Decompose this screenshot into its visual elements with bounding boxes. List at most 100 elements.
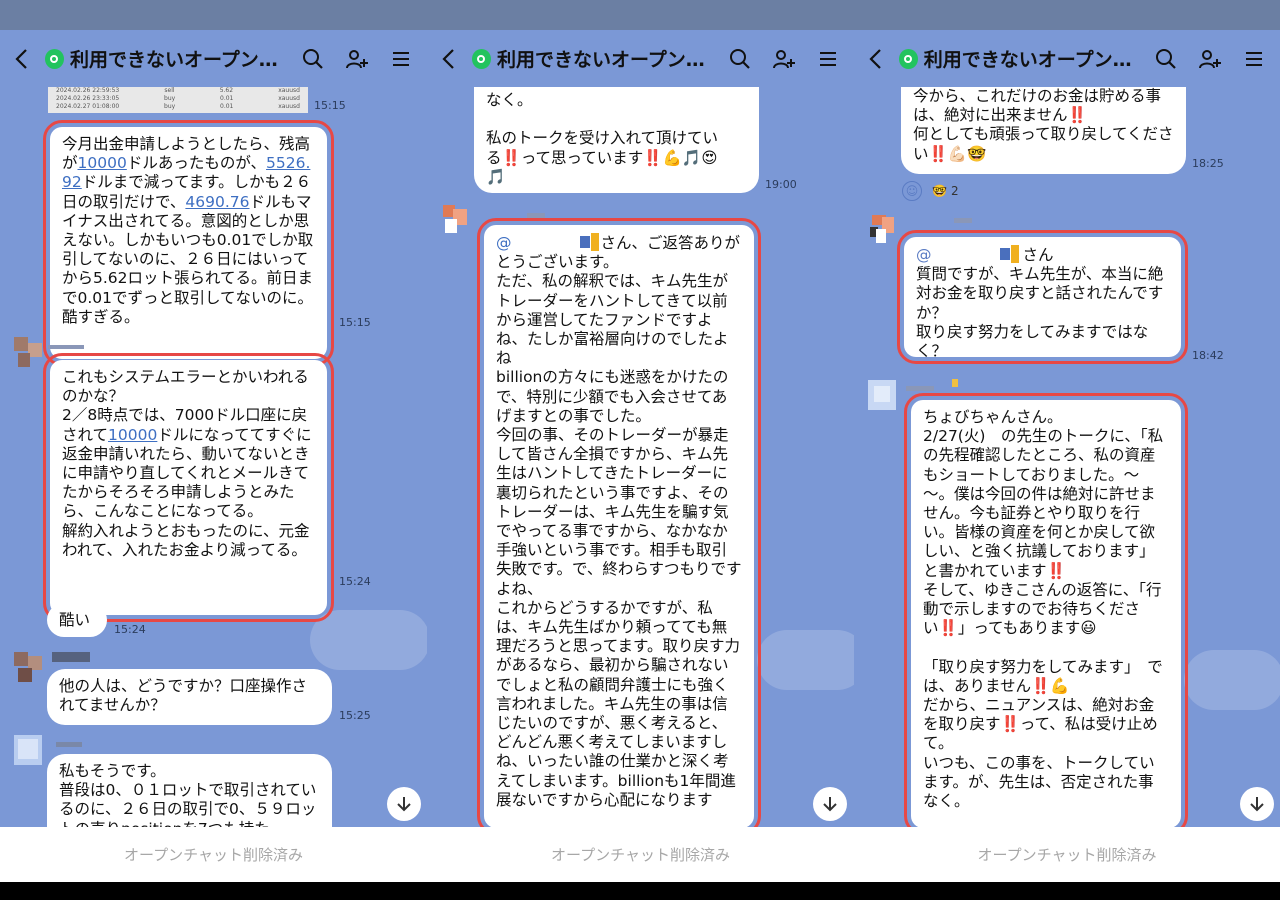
message-text: さん 質問ですが、キム先生が、本当に絶対お金を取り戻すと話されたんですか？ 取り… — [916, 246, 1164, 361]
search-icon[interactable] — [301, 47, 325, 71]
message-time: 15:24 — [114, 623, 146, 636]
chat-panel-3: 利用できないオープン… 今から、これだけのお金は貯める事は、絶対に出来ません‼️… — [854, 30, 1280, 882]
mention-tag[interactable]: @ — [496, 234, 512, 252]
chat-footer-status: オープンチャット削除済み — [427, 827, 854, 882]
menu-icon[interactable] — [816, 47, 840, 71]
thumb-cell: xauusd — [278, 87, 300, 94]
avatar[interactable] — [868, 213, 896, 245]
status-bar — [0, 0, 1280, 30]
message-bubble[interactable]: これもシステムエラーとかいわれるのかな？ 2／8時点では、7000ドル口座に戻さ… — [43, 353, 334, 622]
message-bubble[interactable]: 今から、これだけのお金は貯める事は、絶対に出来ません‼️ 何としても頑張って取り… — [901, 79, 1186, 174]
thumb-cell: buy — [164, 95, 176, 102]
avatar[interactable] — [14, 735, 42, 767]
message-bubble[interactable]: @ さん 質問ですが、キム先生が、本当に絶対お金を取り戻すと話されたんですか？ 取… — [897, 230, 1188, 364]
avatar[interactable] — [14, 337, 42, 369]
menu-icon[interactable] — [389, 47, 413, 71]
message-text: って思っています — [520, 148, 644, 167]
message-text: ドルもマイナス出されてる。意図的としか思えない。しかもいつも0.01でしか取引し… — [62, 192, 314, 326]
message-bubble[interactable]: 今月出金申請しようとしたら、残高が10000ドルあったものが、5526.92ドル… — [43, 120, 334, 366]
thumb-cell: 2024.02.27 01:08:00 — [56, 103, 120, 110]
mention-icon: @ — [916, 246, 932, 264]
exclamation-emoji: ‼️ — [501, 148, 521, 167]
menu-icon[interactable] — [1242, 47, 1266, 71]
message-text: ドルあったものが、 — [126, 154, 267, 173]
phone-link[interactable]: 10000 — [78, 154, 127, 172]
exclamation-emoji: ‼️ — [938, 619, 958, 638]
phone-link[interactable]: 10000 — [108, 426, 157, 444]
exclamation-emoji: ‼️ — [643, 148, 663, 167]
message-bubble[interactable]: @ さん、ご返答ありがとうございます。 ただ、私の解釈では、キム先生がトレーダーを… — [477, 218, 761, 835]
blurred-username — [56, 742, 82, 747]
search-icon[interactable] — [1154, 47, 1178, 71]
message-bubble[interactable]: なく。 私のトークを受け入れて頂けている‼️って思っています‼️💪🎵😍 🎵 — [474, 83, 759, 193]
exclamation-emoji: ‼️ — [1046, 561, 1066, 580]
message-text: さん、ご返答ありがとうございます。 ただ、私の解釈では、キム先生がトレーダーをハ… — [496, 234, 742, 809]
message-bubble[interactable]: ちょびちゃんさん。 2/27(火) の先生のトークに、「私の先程確認したところ、… — [904, 393, 1188, 835]
thumb-cell: buy — [164, 103, 176, 110]
message-time: 18:25 — [1192, 157, 1224, 170]
thumb-cell: 2024.02.26 22:59:53 — [56, 87, 120, 94]
thumb-cell: 5.62 — [219, 87, 234, 94]
message-time: 15:15 — [339, 316, 371, 329]
search-icon[interactable] — [728, 47, 752, 71]
exclamation-emoji: ‼️ — [1067, 106, 1087, 125]
back-button[interactable] — [441, 44, 462, 74]
add-friend-icon[interactable] — [1198, 47, 1222, 71]
blurred-username — [527, 213, 545, 218]
reaction-count: 2 — [950, 184, 959, 198]
message-time: 18:42 — [1192, 349, 1224, 362]
exclamation-emoji: ‼️ — [928, 144, 948, 163]
chat-header: 利用できないオープン… — [0, 30, 427, 87]
chat-panel-2: 利用できないオープン… なく。 私のトークを受け入れて頂けている‼️って思ってい… — [427, 30, 854, 882]
back-button[interactable] — [14, 44, 35, 74]
chat-footer-status: オープンチャット削除済み — [0, 827, 427, 882]
blurred-username — [48, 345, 84, 349]
screenshot-thumbnail[interactable]: 2024.02.26 22:59:53 sell 5.62 xauusd 2024.0… — [48, 87, 308, 113]
blurred-username — [906, 386, 934, 391]
thumb-cell: xauusd — [278, 95, 300, 102]
message-text: ドルになっててすぐに返金申請いれたら、動いてないときに申請やり直してくれとメール… — [62, 425, 312, 559]
message-reactions[interactable]: ☺ 🤓 2 — [902, 181, 959, 201]
chat-title: 利用できないオープン… — [496, 49, 705, 71]
add-friend-icon[interactable] — [345, 47, 369, 71]
message-time: 15:25 — [339, 709, 371, 722]
scroll-to-bottom-button[interactable] — [813, 787, 847, 821]
system-nav-bar — [0, 882, 1280, 900]
thumb-cell: 2024.02.26 23:33:05 — [56, 95, 120, 102]
chat-panel-1: 利用できないオープン… 2024.02.26 22:59:53 sell 5.62 x… — [0, 30, 427, 882]
message-bubble[interactable]: 酷い — [47, 603, 107, 637]
exclamation-emoji: ‼️ — [1000, 715, 1020, 734]
message-time: 19:00 — [765, 178, 797, 191]
openchat-badge-icon — [44, 48, 64, 69]
chat-footer-status: オープンチャット削除済み — [854, 827, 1280, 882]
chat-title: 利用できないオープン… — [923, 49, 1132, 71]
message-bubble[interactable]: 他の人は、どうですか？口座操作されてませんか？ — [47, 669, 332, 725]
avatar[interactable] — [14, 652, 42, 684]
avatar[interactable] — [441, 203, 469, 235]
smile-reaction-icon[interactable]: ☺ — [902, 181, 922, 201]
blurred-username — [52, 652, 90, 662]
openchat-badge-icon — [898, 48, 918, 69]
message-text: 今から、これだけのお金は貯める事は、絶対に出来ません — [913, 87, 1162, 125]
message-text: ちょびちゃんさん。 2/27(火) の先生のトークに、「私の先程確認したところ、… — [923, 408, 1164, 580]
chat-header: 利用できないオープン… — [427, 30, 854, 87]
thumb-cell: sell — [164, 87, 175, 94]
chat-title: 利用できないオープン… — [69, 49, 278, 71]
add-friend-icon[interactable] — [772, 47, 796, 71]
thumb-cell: xauusd — [278, 103, 300, 110]
message-time: 15:24 — [339, 575, 371, 588]
emoji-text: 💪🏻🤓 — [947, 144, 987, 163]
blurred-username — [952, 379, 958, 387]
back-button[interactable] — [868, 44, 889, 74]
chat-header: 利用できないオープン… — [854, 30, 1280, 87]
phone-link[interactable]: 4690.76 — [185, 193, 249, 211]
openchat-badge-icon — [471, 48, 491, 69]
avatar[interactable] — [868, 380, 896, 412]
blurred-username — [954, 218, 972, 223]
scroll-to-bottom-button[interactable] — [387, 787, 421, 821]
exclamation-emoji: ‼️ — [1031, 676, 1051, 695]
scroll-to-bottom-button[interactable] — [1240, 787, 1274, 821]
thumb-cell: 0.01 — [220, 95, 234, 102]
message-time: 15:15 — [314, 99, 346, 112]
thumb-cell: 0.01 — [220, 103, 234, 110]
